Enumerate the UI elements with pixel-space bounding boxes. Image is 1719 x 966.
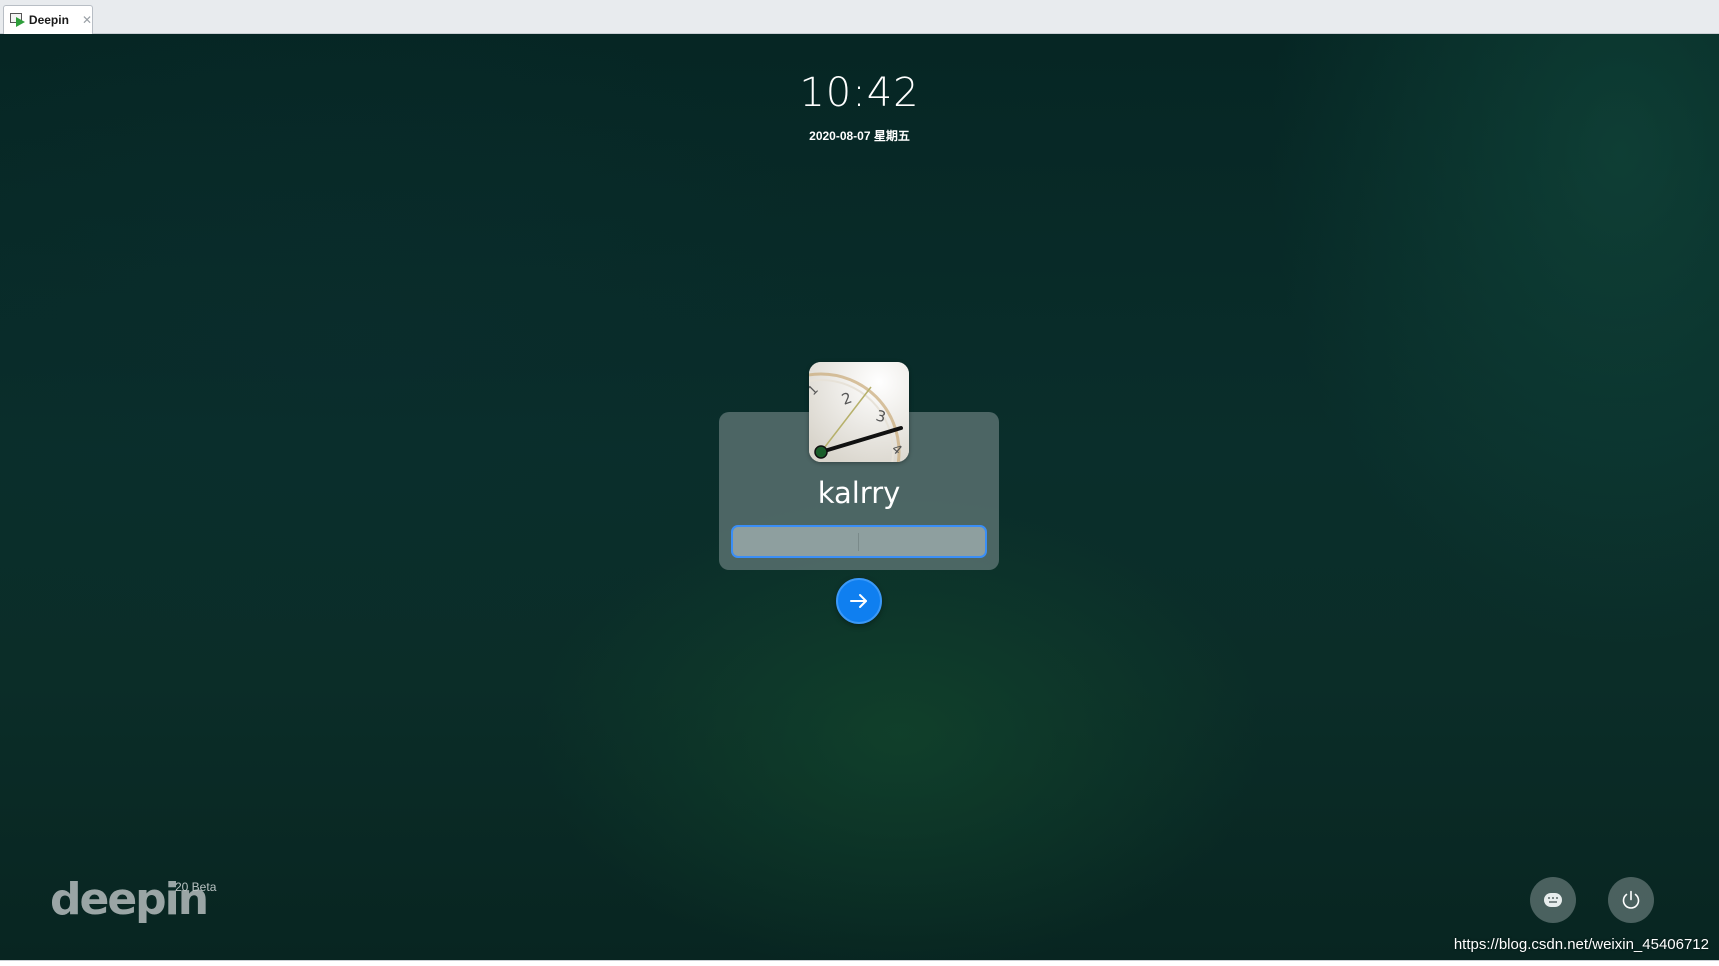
user-avatar[interactable]: 2 3 4 1 [809,362,909,462]
vm-tab-label: Deepin [28,13,69,27]
keyboard-layout-button[interactable] [1530,877,1576,923]
keyboard-layout-icon [1544,893,1562,907]
vm-status-bar [0,960,1719,966]
power-icon [1622,890,1640,909]
text-caret [858,533,859,551]
vm-play-icon [10,13,25,27]
version-label: 20 Beta [175,880,217,894]
password-input[interactable] [731,525,987,558]
username-label: kalrry [817,476,901,510]
power-button[interactable] [1608,877,1654,923]
clock-avatar-icon: 2 3 4 1 [809,362,909,462]
vm-window: Deepin ✕ 10:42 2020-08-07 星期五 2 3 4 1 ka… [0,0,1719,966]
lock-date: 2020-08-07 星期五 [809,129,910,143]
close-icon[interactable]: ✕ [82,13,92,27]
lock-clock: 10:42 [799,70,920,116]
watermark-url: https://blog.csdn.net/weixin_45406712 [1453,936,1709,953]
vm-tab-bar: Deepin ✕ [0,0,1719,34]
vm-tab-deepin[interactable]: Deepin ✕ [3,5,93,34]
arrow-right-icon [850,594,867,608]
login-submit-button[interactable] [836,578,882,624]
